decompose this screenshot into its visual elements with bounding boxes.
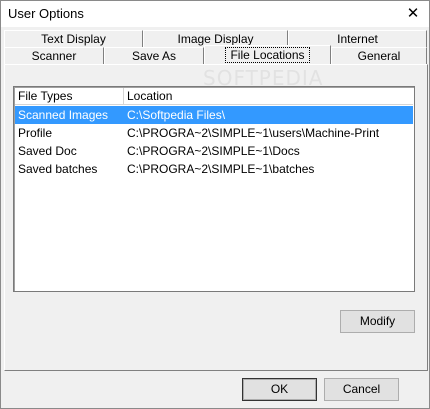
cancel-button[interactable]: Cancel [324, 378, 399, 401]
ok-button[interactable]: OK [242, 378, 317, 401]
modify-button[interactable]: Modify [340, 310, 415, 333]
location-cell: C:\PROGRA~2\SIMPLE~1\users\Machine-Print [127, 126, 380, 140]
user-options-dialog: User Options ✕ Text Display Image Displa… [0, 0, 430, 409]
tab-scanner[interactable]: Scanner [4, 47, 104, 64]
tab-general[interactable]: General [331, 47, 427, 64]
list-item[interactable]: Saved batches C:\PROGRA~2\SIMPLE~1\batch… [15, 160, 413, 178]
list-header: File Types Location [15, 88, 413, 106]
location-cell: C:\PROGRA~2\SIMPLE~1\batches [127, 162, 315, 176]
location-cell: C:\Softpedia Files\ [127, 108, 226, 122]
file-type-cell: Profile [18, 126, 53, 140]
window-title: User Options [8, 6, 84, 21]
file-type-cell: Saved batches [18, 162, 98, 176]
title-bar: User Options ✕ [1, 1, 429, 27]
location-cell: C:\PROGRA~2\SIMPLE~1\Docs [127, 144, 300, 158]
list-item[interactable]: Saved Doc C:\PROGRA~2\SIMPLE~1\Docs [15, 142, 413, 160]
tab-label: Image Display [177, 32, 254, 46]
tab-label: Scanner [31, 49, 77, 63]
file-type-cell: Scanned Images [18, 108, 109, 122]
tab-label: Save As [131, 49, 177, 63]
tab-label: Internet [337, 32, 378, 46]
list-item[interactable]: Scanned Images C:\Softpedia Files\ [15, 106, 413, 124]
column-header-file-types[interactable]: File Types [15, 88, 124, 105]
file-type-cell: Saved Doc [18, 144, 77, 158]
tab-label: General [357, 49, 401, 63]
tab-text-display[interactable]: Text Display [4, 30, 143, 47]
tab-file-locations[interactable]: File Locations [204, 45, 331, 64]
list-item[interactable]: Profile C:\PROGRA~2\SIMPLE~1\users\Machi… [15, 124, 413, 142]
file-locations-list[interactable]: File Types Location Scanned Images C:\So… [13, 86, 415, 292]
tab-label: File Locations [225, 47, 310, 63]
tab-label: Text Display [41, 32, 106, 46]
close-icon[interactable]: ✕ [397, 1, 429, 27]
column-header-location[interactable]: Location [124, 88, 413, 105]
tab-save-as[interactable]: Save As [104, 47, 204, 64]
